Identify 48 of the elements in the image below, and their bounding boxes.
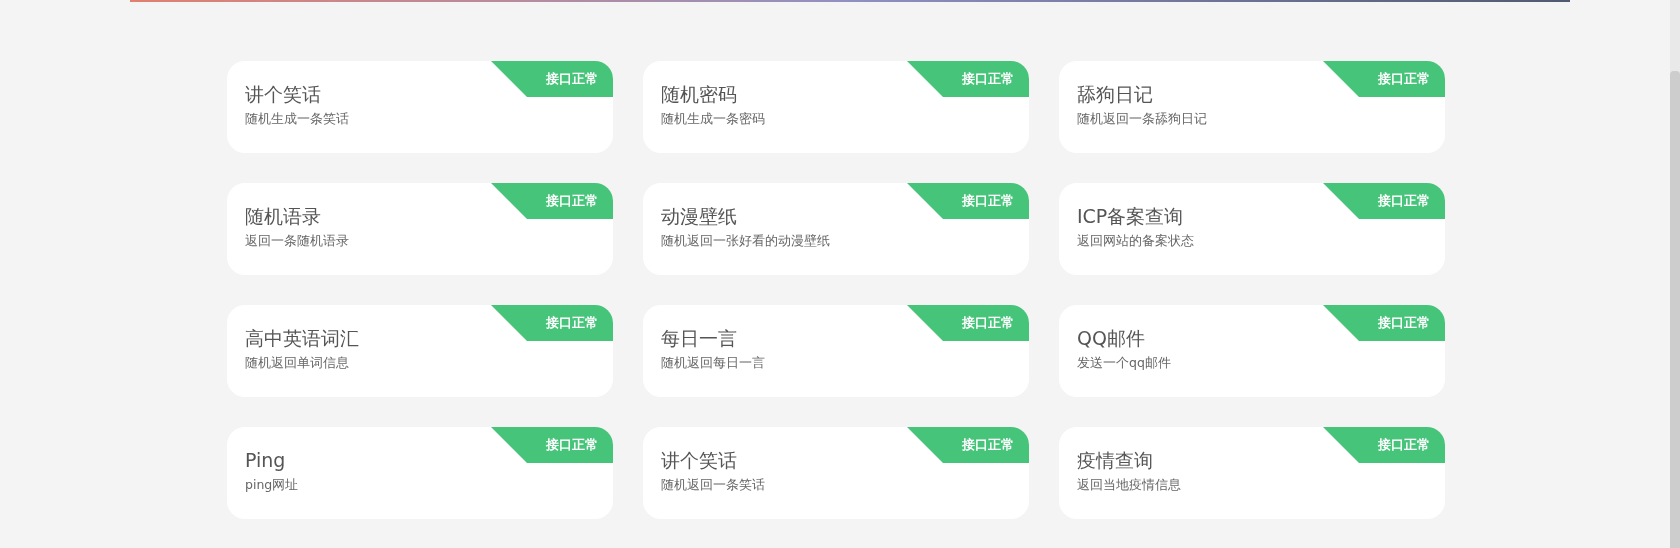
api-title: 舔狗日记 — [1077, 82, 1154, 107]
api-title: 动漫壁纸 — [661, 204, 738, 229]
api-title: 每日一言 — [661, 326, 738, 351]
api-title: ICP备案查询 — [1077, 204, 1185, 229]
api-description: 随机返回一条笑话 — [661, 476, 766, 494]
api-description: 返回当地疫情信息 — [1077, 476, 1182, 494]
api-title: 疫情查询 — [1077, 448, 1154, 473]
api-description: 随机返回每日一言 — [661, 354, 766, 372]
status-ribbon: 接口正常 — [1323, 305, 1445, 341]
api-description: 返回一条随机语录 — [245, 232, 350, 250]
status-ribbon: 接口正常 — [907, 61, 1029, 97]
api-card[interactable]: 接口正常 讲个笑话 随机返回一条笑话 — [643, 427, 1029, 519]
api-card[interactable]: 接口正常 QQ邮件 发送一个qq邮件 — [1059, 305, 1445, 397]
status-ribbon: 接口正常 — [907, 183, 1029, 219]
api-description: 随机生成一条笑话 — [245, 110, 350, 128]
api-description: ping网址 — [245, 476, 300, 494]
api-card[interactable]: 接口正常 每日一言 随机返回每日一言 — [643, 305, 1029, 397]
api-description: 随机生成一条密码 — [661, 110, 766, 128]
api-card[interactable]: 接口正常 动漫壁纸 随机返回一张好看的动漫壁纸 — [643, 183, 1029, 275]
api-description: 随机返回一张好看的动漫壁纸 — [661, 232, 831, 250]
api-title: QQ邮件 — [1077, 326, 1146, 351]
api-title: 高中英语词汇 — [245, 326, 360, 351]
status-ribbon: 接口正常 — [907, 427, 1029, 463]
status-ribbon: 接口正常 — [907, 305, 1029, 341]
api-description: 返回网站的备案状态 — [1077, 232, 1195, 250]
status-ribbon: 接口正常 — [491, 61, 613, 97]
api-description: 随机返回单词信息 — [245, 354, 350, 372]
api-title: Ping — [245, 448, 287, 473]
api-description: 发送一个qq邮件 — [1077, 354, 1172, 372]
api-title: 讲个笑话 — [661, 448, 738, 473]
api-title: 随机密码 — [661, 82, 738, 107]
api-card[interactable]: 接口正常 随机语录 返回一条随机语录 — [227, 183, 613, 275]
api-card[interactable]: 接口正常 Ping ping网址 — [227, 427, 613, 519]
api-card[interactable]: 接口正常 疫情查询 返回当地疫情信息 — [1059, 427, 1445, 519]
api-card[interactable]: 接口正常 随机密码 随机生成一条密码 — [643, 61, 1029, 153]
api-card[interactable]: 接口正常 讲个笑话 随机生成一条笑话 — [227, 61, 613, 153]
status-ribbon: 接口正常 — [491, 427, 613, 463]
status-ribbon: 接口正常 — [1323, 183, 1445, 219]
api-card[interactable]: 接口正常 高中英语词汇 随机返回单词信息 — [227, 305, 613, 397]
api-card[interactable]: 接口正常 舔狗日记 随机返回一条舔狗日记 — [1059, 61, 1445, 153]
api-title: 讲个笑话 — [245, 82, 322, 107]
api-title: 随机语录 — [245, 204, 322, 229]
api-description: 随机返回一条舔狗日记 — [1077, 110, 1208, 128]
status-ribbon: 接口正常 — [491, 183, 613, 219]
status-ribbon: 接口正常 — [491, 305, 613, 341]
status-ribbon: 接口正常 — [1323, 61, 1445, 97]
status-ribbon: 接口正常 — [1323, 427, 1445, 463]
api-card[interactable]: 接口正常 ICP备案查询 返回网站的备案状态 — [1059, 183, 1445, 275]
